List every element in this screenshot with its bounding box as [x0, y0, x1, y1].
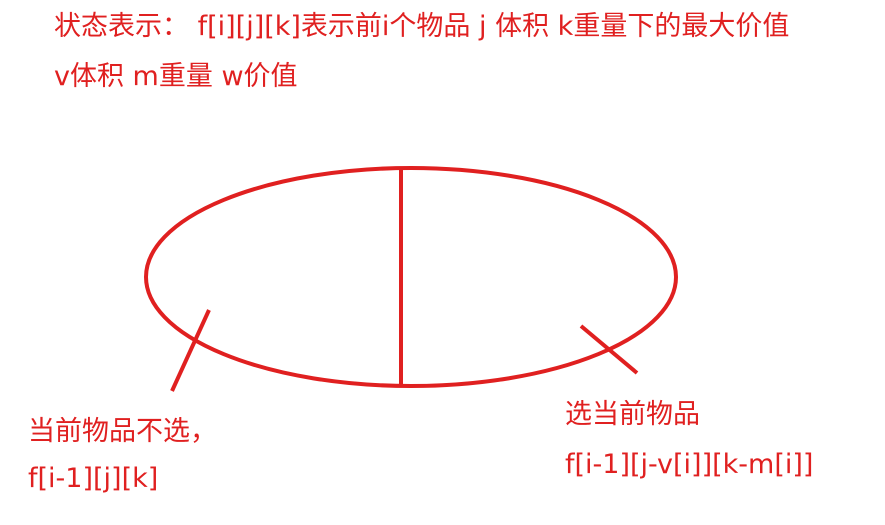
left-branch-title: 当前物品不选，: [28, 416, 217, 447]
left-branch-formula: f[i-1][j][k]: [28, 463, 159, 494]
right-pointer-line: [579, 324, 639, 375]
right-branch-title: 选当前物品: [565, 399, 700, 430]
right-branch-formula: f[i-1][j-v[i]][k-m[i]]: [565, 449, 814, 480]
state-set-ellipse: [144, 166, 678, 388]
left-pointer-line: [170, 309, 211, 392]
